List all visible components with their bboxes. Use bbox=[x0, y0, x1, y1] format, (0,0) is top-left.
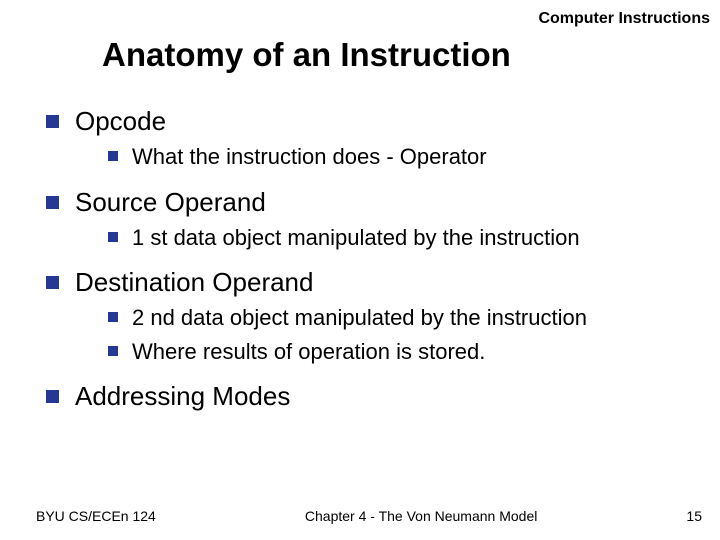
list-item: 1 st data object manipulated by the inst… bbox=[108, 224, 692, 252]
square-bullet-icon bbox=[108, 312, 118, 322]
footer-left: BYU CS/ECEn 124 bbox=[36, 508, 156, 524]
square-bullet-icon bbox=[108, 232, 118, 242]
square-bullet-icon bbox=[46, 196, 59, 209]
slide-number: 15 bbox=[686, 508, 702, 524]
slide-title: Anatomy of an Instruction bbox=[102, 36, 511, 74]
slide-content: Opcode What the instruction does - Opera… bbox=[46, 106, 692, 418]
list-item: Opcode bbox=[46, 106, 692, 137]
list-item-label: Opcode bbox=[75, 106, 166, 137]
list-item-label: Destination Operand bbox=[75, 267, 313, 298]
sublist: What the instruction does - Operator bbox=[108, 143, 692, 171]
square-bullet-icon bbox=[46, 276, 59, 289]
square-bullet-icon bbox=[108, 346, 118, 356]
list-item: 2 nd data object manipulated by the inst… bbox=[108, 304, 692, 332]
square-bullet-icon bbox=[108, 151, 118, 161]
list-item-label: Source Operand bbox=[75, 187, 266, 218]
sublist: 1 st data object manipulated by the inst… bbox=[108, 224, 692, 252]
square-bullet-icon bbox=[46, 115, 59, 128]
list-item: What the instruction does - Operator bbox=[108, 143, 692, 171]
list-item: Destination Operand bbox=[46, 267, 692, 298]
list-item-label: Addressing Modes bbox=[75, 381, 290, 412]
list-item-label: Where results of operation is stored. bbox=[132, 338, 485, 366]
list-item-label: 1 st data object manipulated by the inst… bbox=[132, 224, 580, 252]
slide-footer: BYU CS/ECEn 124 Chapter 4 - The Von Neum… bbox=[0, 508, 720, 524]
list-item-label: What the instruction does - Operator bbox=[132, 143, 487, 171]
section-header: Computer Instructions bbox=[538, 10, 710, 28]
list-item: Where results of operation is stored. bbox=[108, 338, 692, 366]
list-item: Addressing Modes bbox=[46, 381, 692, 412]
list-item-label: 2 nd data object manipulated by the inst… bbox=[132, 304, 587, 332]
list-item: Source Operand bbox=[46, 187, 692, 218]
footer-center: Chapter 4 - The Von Neumann Model bbox=[156, 508, 687, 524]
sublist: 2 nd data object manipulated by the inst… bbox=[108, 304, 692, 365]
square-bullet-icon bbox=[46, 390, 59, 403]
